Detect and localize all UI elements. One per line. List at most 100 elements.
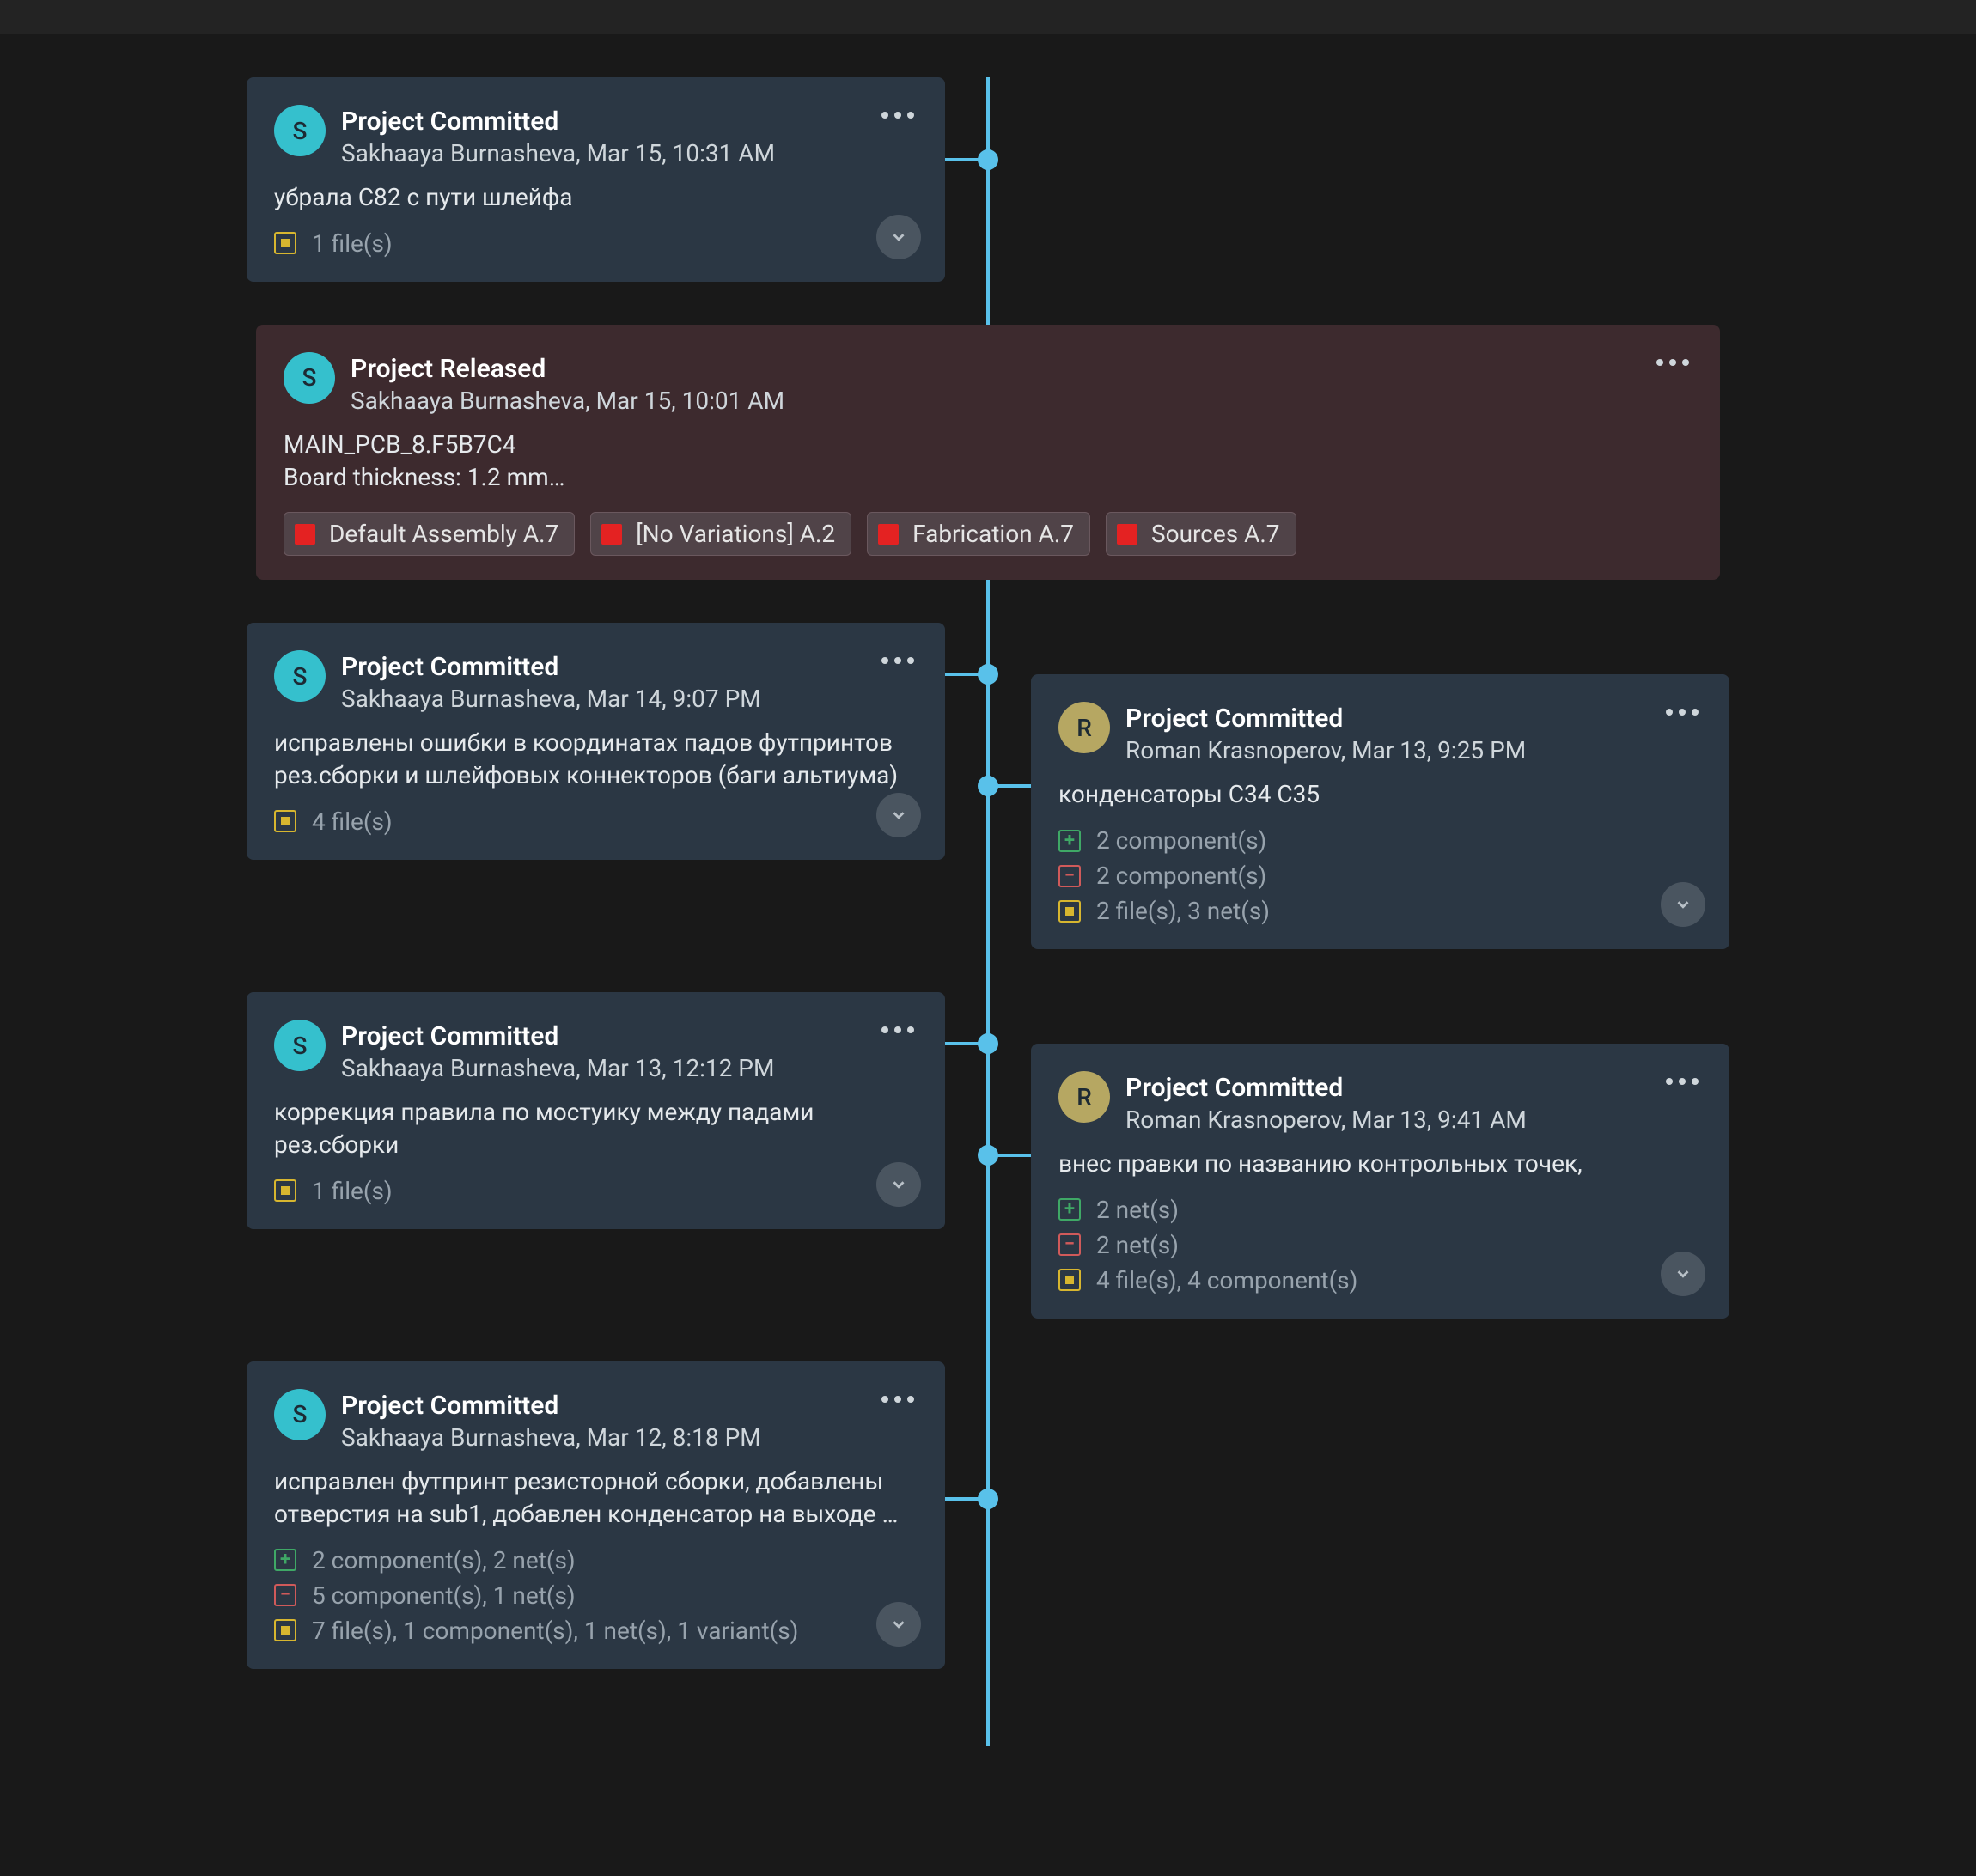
stat-text: 2 component(s) [1096,826,1266,855]
card-title: Project Committed [341,1021,863,1052]
card-meta: Sakhaaya Burnasheva, Mar 14, 9:07 PM [341,685,863,713]
card-title: Project Committed [1125,704,1647,734]
avatar: R [1058,702,1110,753]
card-meta: Sakhaaya Burnasheva, Mar 15, 10:01 AM [351,387,1638,415]
plus-icon: + [274,1549,296,1571]
card-body: внес правки по названию контрольных точе… [1058,1148,1702,1180]
stat-text: 1 file(s) [312,229,393,258]
chevron-down-icon [889,1615,908,1634]
more-menu-button[interactable] [1662,702,1702,722]
tag-swatch [1117,524,1137,545]
expand-button[interactable] [876,793,921,838]
stat-text: 2 net(s) [1096,1196,1179,1224]
expand-button[interactable] [1661,882,1705,927]
card-meta: Sakhaaya Burnasheva, Mar 13, 12:12 PM [341,1054,863,1082]
modified-icon [1058,1269,1081,1291]
timeline-node [978,1489,998,1509]
card-meta: Sakhaaya Burnasheva, Mar 15, 10:31 AM [341,139,863,168]
card-title: Project Released [351,354,1638,385]
modified-icon [274,810,296,832]
tag-swatch [601,524,622,545]
release-tags: Default Assembly A.7 [No Variations] A.2… [284,512,1692,556]
stat-removed: −2 net(s) [1058,1231,1702,1259]
stat-modified: 4 file(s) [274,807,918,836]
avatar: S [274,105,326,156]
modified-icon [274,1179,296,1202]
avatar: S [284,352,335,404]
tag-label: [No Variations] A.2 [636,520,835,548]
avatar: S [274,1389,326,1440]
expand-button[interactable] [876,1162,921,1207]
commit-card[interactable]: S Project Committed Sakhaaya Burnasheva,… [247,77,945,282]
timeline: S Project Committed Sakhaaya Burnasheva,… [0,34,1976,1746]
card-title: Project Committed [341,652,863,683]
card-body: MAIN_PCB_8.F5B7C4 Board thickness: 1.2 m… [284,429,1692,494]
card-meta: Roman Krasnoperov, Mar 13, 9:41 AM [1125,1106,1647,1134]
timeline-node [978,776,998,796]
release-tag[interactable]: Sources A.7 [1106,512,1296,556]
release-tag[interactable]: [No Variations] A.2 [590,512,851,556]
modified-icon [274,232,296,254]
card-title: Project Committed [341,107,863,137]
chevron-down-icon [889,1175,908,1194]
expand-button[interactable] [876,1602,921,1647]
stat-added: +2 component(s), 2 net(s) [274,1546,918,1574]
stat-removed: −2 component(s) [1058,862,1702,890]
stat-text: 5 component(s), 1 net(s) [312,1581,576,1610]
avatar: R [1058,1071,1110,1123]
minus-icon: − [1058,1233,1081,1256]
more-menu-button[interactable] [878,105,918,125]
expand-button[interactable] [1661,1252,1705,1296]
avatar: S [274,1020,326,1071]
more-menu-button[interactable] [878,650,918,671]
timeline-node [978,1033,998,1054]
chevron-down-icon [1674,1264,1692,1283]
chevron-down-icon [889,228,908,247]
stat-text: 7 file(s), 1 component(s), 1 net(s), 1 v… [312,1617,798,1645]
tag-swatch [878,524,899,545]
stat-text: 1 file(s) [312,1177,393,1205]
more-menu-button[interactable] [1662,1071,1702,1092]
stat-text: 4 file(s), 4 component(s) [1096,1266,1357,1294]
expand-button[interactable] [876,215,921,259]
more-menu-button[interactable] [878,1389,918,1410]
commit-card[interactable]: R Project Committed Roman Krasnoperov, M… [1031,674,1729,949]
release-tag[interactable]: Default Assembly A.7 [284,512,575,556]
release-tag[interactable]: Fabrication A.7 [867,512,1090,556]
stat-added: +2 net(s) [1058,1196,1702,1224]
stat-modified: 4 file(s), 4 component(s) [1058,1266,1702,1294]
stat-text: 2 component(s), 2 net(s) [312,1546,576,1574]
card-meta: Sakhaaya Burnasheva, Mar 12, 8:18 PM [341,1423,863,1452]
stat-modified: 2 file(s), 3 net(s) [1058,897,1702,925]
more-menu-button[interactable] [878,1020,918,1040]
chevron-down-icon [889,806,908,825]
timeline-row: S Project Released Sakhaaya Burnasheva, … [0,325,1976,581]
commit-card[interactable]: S Project Committed Sakhaaya Burnasheva,… [247,992,945,1229]
commit-card[interactable]: S Project Committed Sakhaaya Burnasheva,… [247,623,945,860]
card-body: исправлен футпринт резисторной сборки, д… [274,1465,918,1531]
stat-removed: −5 component(s), 1 net(s) [274,1581,918,1610]
timeline-node [978,149,998,170]
commit-card[interactable]: R Project Committed Roman Krasnoperov, M… [1031,1044,1729,1319]
timeline-node [978,1145,998,1166]
card-body: исправлены ошибки в координатах падов фу… [274,727,918,792]
top-toolbar [0,0,1976,34]
tag-label: Default Assembly A.7 [329,520,558,548]
tag-label: Fabrication A.7 [912,520,1074,548]
tag-swatch [295,524,315,545]
stat-modified: 1 file(s) [274,229,918,258]
commit-card[interactable]: S Project Committed Sakhaaya Burnasheva,… [247,1361,945,1669]
card-body: коррекция правила по мостуику между пада… [274,1096,918,1161]
stat-added: +2 component(s) [1058,826,1702,855]
stat-text: 2 net(s) [1096,1231,1179,1259]
more-menu-button[interactable] [1653,352,1692,373]
release-card[interactable]: S Project Released Sakhaaya Burnasheva, … [256,325,1720,581]
stat-modified: 7 file(s), 1 component(s), 1 net(s), 1 v… [274,1617,918,1645]
modified-icon [274,1619,296,1642]
chevron-down-icon [1674,895,1692,914]
timeline-row: S Project Committed Sakhaaya Burnasheva,… [0,623,1976,949]
timeline-node [978,664,998,685]
minus-icon: − [274,1584,296,1606]
minus-icon: − [1058,865,1081,887]
card-body: убрала С82 с пути шлейфа [274,181,918,214]
